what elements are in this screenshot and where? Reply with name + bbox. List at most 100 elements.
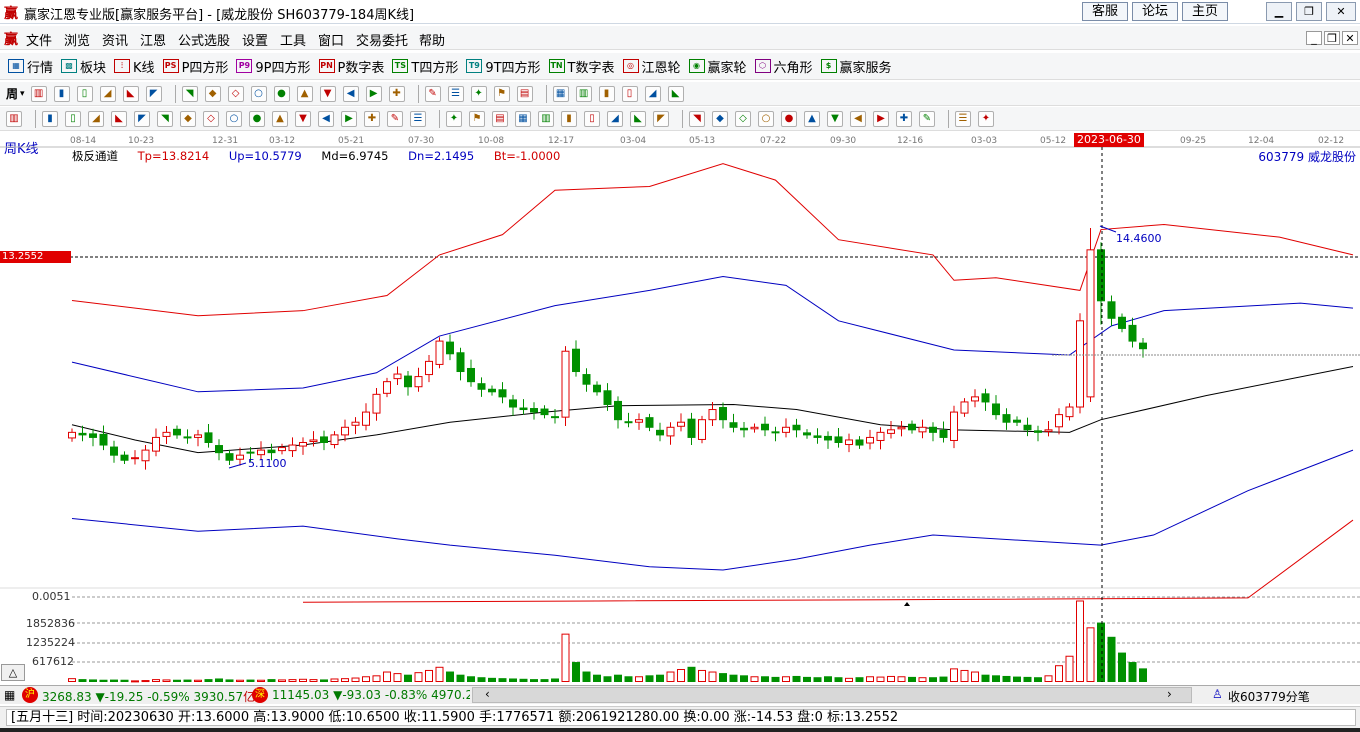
volume-bar — [509, 678, 517, 682]
volume-bar — [950, 668, 958, 683]
candle — [110, 440, 118, 463]
candle — [1044, 420, 1053, 437]
candle — [215, 439, 223, 461]
volume-tick: 1852836 — [26, 617, 75, 630]
volume-bar — [204, 679, 213, 682]
candle — [288, 437, 297, 457]
volume-bar — [1086, 627, 1095, 682]
candle — [677, 413, 685, 432]
volume-bar — [887, 675, 895, 683]
volume-bar — [488, 677, 496, 682]
candle — [992, 395, 1000, 420]
candle — [446, 334, 454, 361]
candle — [908, 420, 916, 434]
candle — [582, 368, 591, 392]
candle — [645, 413, 654, 432]
volume-tick: 1235224 — [26, 636, 75, 649]
candle — [131, 450, 139, 465]
volume-bar — [624, 676, 633, 683]
volume-bar — [740, 675, 748, 683]
sz-amount: 4970.20 — [431, 688, 470, 702]
candle — [1065, 403, 1074, 421]
volume-bar — [404, 674, 412, 683]
candle — [383, 377, 391, 398]
tick-detail-icon[interactable]: ♙ — [1212, 687, 1223, 701]
volume-bar — [782, 676, 790, 683]
candle — [1086, 228, 1095, 402]
volume-bar — [110, 679, 118, 683]
index-status-bar: ▦ 沪 3268.83 ▼-19.25 -0.59% 3930.57亿 深 11… — [0, 685, 1360, 704]
candle — [1023, 417, 1032, 437]
candle — [225, 449, 234, 466]
sh-amount: 3930.57 — [193, 690, 244, 704]
volume-bar — [1097, 622, 1105, 682]
candle — [918, 419, 927, 439]
volume-bar — [582, 671, 591, 682]
horizontal-scrollbar[interactable]: ‹ › — [472, 687, 1192, 703]
high-mark-label: 14.4600 — [1116, 232, 1162, 245]
volume-bar — [971, 671, 979, 682]
volume-bar — [99, 679, 108, 682]
volume-bar — [152, 679, 160, 682]
volume-bar — [425, 669, 433, 683]
volume-bar — [120, 679, 129, 682]
candle — [204, 423, 213, 448]
band-lower-red — [302, 519, 1354, 603]
cursor-price-label: 13.2552 — [0, 251, 71, 263]
candle — [425, 355, 433, 383]
volume-bar — [981, 674, 990, 683]
candle — [488, 385, 496, 396]
sh-percent: -0.59% — [147, 690, 190, 704]
candle — [477, 377, 486, 397]
shenzhen-index-icon: 深 — [252, 687, 268, 703]
candle — [729, 413, 738, 433]
sh-index-bar: 3268.83 ▼-19.25 -0.59% 3930.57亿 — [42, 688, 255, 705]
candle — [855, 436, 864, 449]
volume-bar — [876, 676, 885, 683]
candle — [341, 419, 349, 442]
expand-panel-button[interactable]: △ — [1, 664, 25, 681]
volume-bar — [677, 669, 685, 683]
volume-bar — [834, 677, 843, 683]
band-upper-blue — [71, 275, 1354, 393]
sh-index: 3268.83 — [42, 690, 92, 704]
candle — [1013, 416, 1021, 427]
candle — [750, 423, 759, 433]
volume-bar — [362, 676, 370, 683]
tick-detail-link[interactable]: 收603779分笔 — [1228, 688, 1310, 705]
candle — [194, 429, 202, 447]
candle — [950, 405, 958, 449]
volume-bar — [498, 678, 507, 682]
sz-change: ▼-93.03 — [333, 688, 382, 702]
volume-bar — [929, 677, 937, 683]
volume-bar — [635, 676, 643, 683]
candle — [540, 405, 549, 419]
volume-bar — [645, 675, 654, 683]
volume-bar — [992, 675, 1000, 683]
candle — [887, 420, 895, 439]
volume-tick: 617612 — [32, 655, 74, 668]
candle — [1097, 242, 1105, 325]
volume-bar — [803, 676, 811, 683]
volume-bar — [467, 676, 475, 683]
volume-bar — [1002, 675, 1011, 683]
candle — [456, 347, 465, 381]
candle — [971, 389, 979, 408]
candle — [498, 382, 507, 404]
candle — [141, 445, 150, 470]
scroll-right-icon[interactable]: › — [1167, 687, 1172, 701]
candle — [467, 359, 475, 387]
candle — [824, 431, 832, 449]
volume-bar — [561, 633, 570, 683]
scroll-left-icon[interactable]: ‹ — [485, 687, 490, 701]
volume-bar — [813, 677, 822, 683]
volume-bar — [656, 674, 664, 683]
volume-bar — [960, 669, 969, 683]
calendar-icon[interactable]: ▦ — [4, 688, 15, 702]
candle — [152, 428, 160, 457]
sub-indicator-value: 0.0051 — [32, 590, 71, 603]
candle — [782, 418, 790, 438]
volume-bar — [1055, 665, 1063, 682]
volume-bar — [215, 678, 223, 682]
cursor-date-label: 2023-06-30 — [1074, 133, 1144, 147]
